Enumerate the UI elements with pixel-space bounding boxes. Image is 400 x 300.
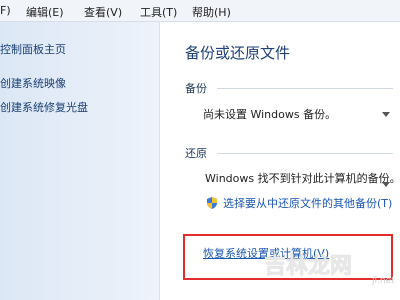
watermark: 吉林龙网 <box>264 254 353 279</box>
backup-status-text: 尚未设置 Windows 备份。 <box>203 108 337 121</box>
chevron-down-icon[interactable] <box>382 112 390 117</box>
restore-divider <box>217 153 393 154</box>
menu-file[interactable]: F) <box>0 4 11 17</box>
restore-heading: 还原 <box>185 147 207 160</box>
sidebar-item-create-repair-disc[interactable]: 创建系统修复光盘 <box>0 99 88 115</box>
backup-heading: 备份 <box>185 82 207 95</box>
watermark-small: jl.net <box>372 276 395 286</box>
sidebar-item-create-system-image[interactable]: 创建系统映像 <box>0 75 66 91</box>
sidebar-item-control-panel-home[interactable]: 控制面板主页 <box>0 41 66 57</box>
backup-divider <box>217 88 393 89</box>
restore-status-text: Windows 找不到针对此计算机的备份。 <box>205 172 400 185</box>
page-title: 备份或还原文件 <box>185 44 291 62</box>
menu-help[interactable]: 帮助(H) <box>192 4 231 20</box>
chevron-down-icon[interactable] <box>382 182 390 187</box>
select-other-backup-link[interactable]: 选择要从中还原文件的其他备份(T) <box>223 195 392 211</box>
menu-bar: F) 编辑(E) 查看(V) 工具(T) 帮助(H) <box>0 0 400 22</box>
shield-icon <box>205 195 219 209</box>
menu-view[interactable]: 查看(V) <box>84 4 122 20</box>
menu-edit[interactable]: 编辑(E) <box>26 4 64 20</box>
menu-tools[interactable]: 工具(T) <box>140 4 177 20</box>
sidebar: 控制面板主页 创建系统映像 创建系统修复光盘 <box>0 22 160 300</box>
